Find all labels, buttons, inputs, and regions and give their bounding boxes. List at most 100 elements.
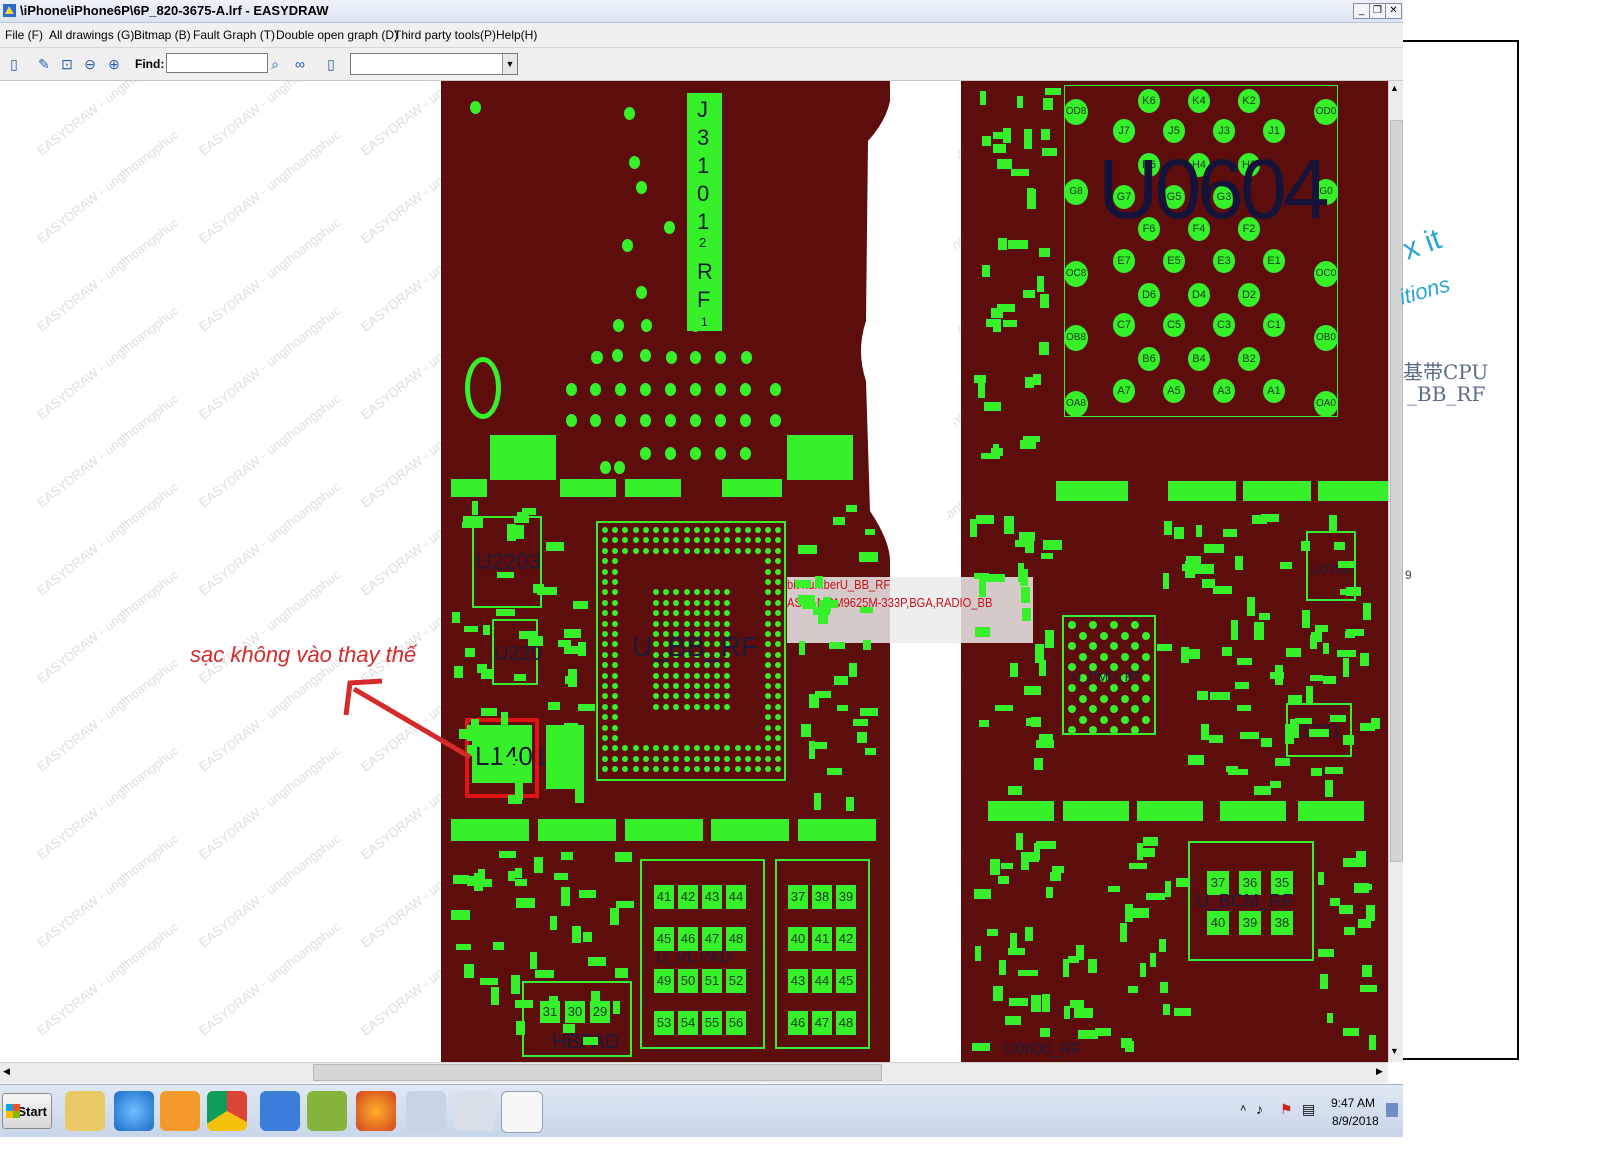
scroll-right-icon[interactable]: ▶ [1376,1066,1383,1077]
firefox-icon[interactable] [356,1091,396,1131]
menu-all-drawings[interactable]: All drawings (G) [49,28,134,42]
menu-fault-graph[interactable]: Fault Graph (T) [193,28,275,42]
smd-pad [1033,843,1041,860]
flag-icon[interactable]: ⚑ [1280,1101,1293,1118]
menu-double-open-graph[interactable]: Double open graph (D) [276,28,398,42]
bga-ball [765,703,772,710]
test-point [636,286,647,299]
find-input[interactable] [166,53,268,73]
bga-ball [693,683,700,689]
bga-ball [632,527,639,533]
file-explorer-icon[interactable] [65,1091,105,1131]
bga-ball [1068,726,1076,734]
media-player-icon[interactable] [160,1091,200,1131]
smd-pad [1009,933,1018,949]
chip-label-u-pmu: U_PMU_RF [1072,669,1143,684]
tools-icon[interactable] [455,1091,495,1131]
menu-bitmap[interactable]: Bitmap (B) [134,28,191,42]
smd-pad [1078,1030,1098,1039]
menu-third-party-tools[interactable]: Third party tools(P) [394,28,496,42]
bga-ball: A3 [1213,379,1235,403]
smd-pad [991,448,1003,456]
scroll-left-icon[interactable]: ◀ [3,1066,10,1077]
drawing-canvas[interactable]: EASYDRAW - ungthoangphuc EASYDRAW - ungth… [0,81,1388,1062]
bga-ball [602,579,608,585]
fit-view-icon[interactable]: ⊡ [57,54,77,74]
test-point [715,383,726,396]
smd-pad [1253,621,1264,640]
bga-ball [663,672,670,679]
find-label: Find: [135,57,165,71]
android-icon[interactable] [307,1091,347,1131]
bga-ball [683,547,690,554]
shield-pad [1137,801,1203,821]
bga-ball [704,703,710,710]
test-point [636,181,647,194]
network-icon[interactable]: ▤ [1302,1101,1315,1118]
numbered-pad: 52 [726,969,746,993]
bga-ball [734,755,741,762]
bga-ball [1110,705,1118,713]
bga-ball [653,547,659,554]
smd-pad [1356,851,1366,868]
scroll-down-icon[interactable]: ▼ [1390,1046,1399,1056]
smd-pad [577,703,595,711]
chrome-icon[interactable] [207,1091,247,1131]
bga-ball [693,755,700,762]
zoom-out-icon[interactable]: ⊖ [80,54,100,74]
download-icon[interactable] [260,1091,300,1131]
smd-pad [979,578,987,598]
menu-file[interactable]: File (F) [5,28,43,42]
part-select-dropdown[interactable]: ▼ [350,53,518,75]
close-button[interactable]: ✕ [1385,3,1402,19]
panel-toggle-icon[interactable]: ▯ [4,54,24,74]
easydraw-task-icon[interactable] [501,1091,543,1133]
background-window: x it itions 基带CPU _BB_RF 9 [1396,40,1519,1060]
smd-pad [1230,620,1239,641]
minimize-button[interactable]: _ [1353,3,1370,19]
smd-pad [976,515,994,525]
smd-pad [1361,965,1372,977]
smd-pad [455,944,472,951]
internet-explorer-icon[interactable] [114,1091,154,1131]
vertical-scroll-thumb[interactable] [1390,120,1403,862]
volume-icon[interactable]: ♪ [1256,1101,1263,1117]
bga-ball [642,755,649,762]
test-point [665,447,676,460]
smd-pad [826,767,842,776]
bga-ball [1078,631,1087,640]
smd-pad [1045,886,1053,898]
chevron-down-icon[interactable]: ▼ [502,54,517,74]
menu-help[interactable]: Help(H) [496,28,537,42]
title-bar: \iPhone\iPhone6P\6P_820-3675-A.lrf - EAS… [0,0,1403,23]
shield-pad [1063,801,1129,821]
device-manager-icon[interactable] [406,1091,446,1131]
smd-pad [1023,128,1032,149]
start-button[interactable]: Start [2,1093,52,1129]
horizontal-scroll-thumb[interactable] [313,1064,882,1081]
smd-pad [476,663,487,674]
smd-pad [997,159,1013,169]
smd-pad [1336,650,1356,658]
zoom-in-icon[interactable]: ⊕ [104,54,124,74]
bga-ball [755,755,761,762]
show-desktop-icon[interactable] [1386,1103,1398,1117]
smd-pad [802,602,816,609]
bga-ball [1131,621,1139,629]
shield-pad [1243,481,1311,501]
numbered-pad: 54 [678,1011,698,1035]
smd-pad [573,601,589,609]
bga-ball [1068,684,1076,692]
layer-icon[interactable]: ▯ [321,54,341,74]
binoculars-icon[interactable]: ∞ [290,54,310,74]
show-hidden-icons[interactable]: ˄ [1240,1103,1246,1115]
bga-ball [1068,705,1076,713]
smd-pad [1010,169,1030,177]
scroll-up-icon[interactable]: ▲ [1390,83,1399,93]
search-icon[interactable]: ⌕ [265,54,285,74]
shield-pad [722,479,782,497]
smd-pad [1311,632,1322,642]
connector-letter: J [697,97,708,122]
maximize-button[interactable]: ❐ [1369,3,1386,19]
edit-icon[interactable]: ✎ [34,54,54,74]
